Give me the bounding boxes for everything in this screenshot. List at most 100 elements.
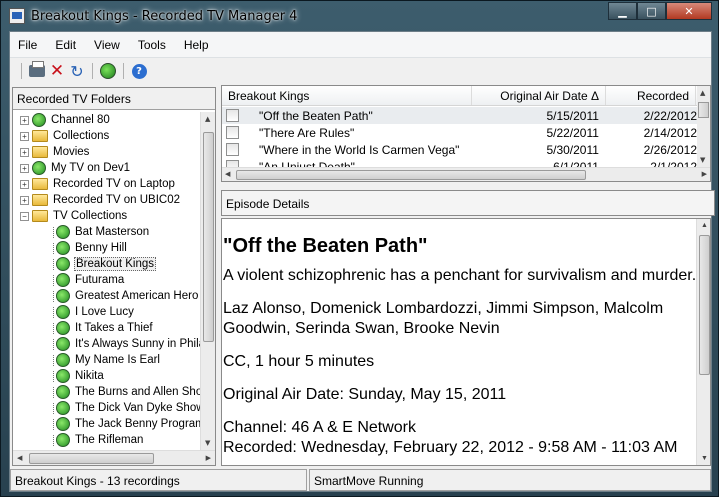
scroll-right-icon[interactable]: ▶ (702, 170, 707, 178)
tree-item-label: The Burns and Allen Show (75, 386, 200, 398)
menu-edit[interactable]: Edit (46, 38, 85, 52)
tree-item[interactable]: + Channel 80 (13, 112, 200, 128)
scroll-thumb[interactable] (698, 102, 709, 118)
recording-recorded-date: 2/26/2012 (643, 142, 697, 157)
tree-item[interactable]: It's Always Sunny in Philadelphia (13, 336, 200, 352)
scroll-thumb[interactable] (203, 132, 214, 342)
delete-icon: ✕ (49, 61, 65, 81)
tree-item-label: The Dick Van Dyke Show (75, 402, 200, 414)
recording-recorded-date: 2/22/2012 (643, 108, 697, 123)
scroll-thumb[interactable] (699, 235, 710, 375)
expand-icon[interactable]: + (20, 147, 29, 157)
recording-air-date: 5/22/2011 (546, 125, 599, 140)
tree-item[interactable]: + My TV on Dev1 (13, 160, 200, 176)
tree-item[interactable]: Nikita (13, 368, 200, 384)
maximize-button[interactable]: □ (637, 2, 666, 20)
scroll-up-icon[interactable]: ▲ (205, 115, 210, 123)
recordings-horizontal-scrollbar[interactable]: ◀ ▶ (222, 167, 710, 181)
folder-tree-vertical-scrollbar[interactable]: ▲ ▼ (200, 112, 215, 450)
recording-recorded-date: 2/1/2012 (650, 159, 697, 168)
expand-icon[interactable]: + (20, 179, 29, 189)
expand-icon[interactable]: + (20, 163, 29, 173)
column-header-title[interactable]: Breakout Kings (222, 86, 472, 105)
menu-tools[interactable]: Tools (129, 38, 175, 52)
scroll-down-icon[interactable]: ▼ (700, 156, 705, 164)
scroll-up-icon[interactable]: ▲ (701, 222, 708, 229)
tree-item[interactable]: Greatest American Hero (13, 288, 200, 304)
expand-icon[interactable]: + (20, 195, 29, 205)
folder-icon (32, 130, 48, 142)
tree-item[interactable]: The Jack Benny Program (13, 416, 200, 432)
folder-icon (32, 194, 48, 206)
delete-button[interactable]: ✕ (47, 61, 67, 81)
tree-item-label: Recorded TV on UBIC02 (53, 194, 180, 206)
close-button[interactable]: ✕ (666, 2, 712, 20)
tree-item[interactable]: I Love Lucy (13, 304, 200, 320)
tree-item[interactable]: Benny Hill (13, 240, 200, 256)
tv-show-icon (53, 369, 70, 383)
tree-item[interactable]: + Recorded TV on Laptop (13, 176, 200, 192)
recording-title: "Off the Beaten Path" (259, 108, 373, 123)
column-header-recorded[interactable]: Recorded (606, 86, 696, 105)
recording-air-date: 5/15/2011 (546, 108, 599, 123)
refresh-button[interactable]: ↻ (67, 61, 87, 81)
expand-icon[interactable]: + (20, 115, 29, 125)
recording-checkbox[interactable] (226, 160, 239, 167)
app-icon[interactable] (9, 8, 25, 24)
scroll-up-icon[interactable]: ▲ (700, 89, 705, 97)
title-bar[interactable]: Breakout Kings - Recorded TV Manager 4 ▁… (1, 1, 718, 31)
folders-panel: Recorded TV Folders + Channel 80 + Collecti… (12, 87, 216, 466)
scroll-down-icon[interactable]: ▼ (701, 455, 708, 462)
tree-item[interactable]: − TV Collections (13, 208, 200, 224)
episode-original-air-date: Original Air Date: Sunday, May 15, 2011 (223, 386, 507, 403)
column-header-air-date[interactable]: Original Air Date Δ (472, 86, 606, 105)
collapse-icon[interactable]: − (20, 211, 29, 221)
folder-tree[interactable]: + Channel 80 + Collections + Movies + My TV on … (13, 112, 200, 450)
help-button[interactable]: ? (129, 61, 149, 81)
recording-checkbox[interactable] (226, 143, 239, 156)
tree-item-label: Movies (53, 146, 90, 158)
tree-item[interactable]: + Collections (13, 128, 200, 144)
tree-item[interactable]: The Dick Van Dyke Show (13, 400, 200, 416)
scroll-thumb[interactable] (29, 453, 154, 464)
recordings-vertical-scrollbar[interactable]: ▲ ▼ (697, 86, 710, 167)
scroll-right-icon[interactable]: ▶ (206, 454, 211, 462)
recording-checkbox[interactable] (226, 109, 239, 122)
tree-item[interactable]: Futurama (13, 272, 200, 288)
menu-view[interactable]: View (85, 38, 129, 52)
scroll-left-icon[interactable]: ◀ (225, 170, 230, 178)
episode-info: CC, 1 hour 5 minutes (223, 353, 375, 370)
tree-item[interactable]: Bat Masterson (13, 224, 200, 240)
recording-row[interactable]: "Where in the World Is Carmen Vega" 5/30/… (222, 141, 697, 158)
tree-item[interactable]: The Rifleman (13, 432, 200, 448)
recording-air-date: 6/1/2011 (553, 159, 599, 168)
window-controls: ▁ □ ✕ (608, 2, 712, 20)
minimize-button[interactable]: ▁ (608, 2, 637, 20)
tree-item[interactable]: + Recorded TV on UBIC02 (13, 192, 200, 208)
tree-item[interactable]: My Name Is Earl (13, 352, 200, 368)
tv-show-icon (53, 289, 70, 303)
menu-help[interactable]: Help (175, 38, 218, 52)
scroll-thumb[interactable] (236, 170, 586, 180)
tree-item[interactable]: The Burns and Allen Show (13, 384, 200, 400)
folder-tree-horizontal-scrollbar[interactable]: ◀ ▶ (13, 450, 215, 465)
tree-item[interactable]: + Movies (13, 144, 200, 160)
tree-item[interactable]: It Takes a Thief (13, 320, 200, 336)
scroll-down-icon[interactable]: ▼ (205, 439, 210, 447)
expand-icon[interactable]: + (20, 131, 29, 141)
menu-bar: File Edit View Tools Help (10, 32, 711, 58)
recording-checkbox[interactable] (226, 126, 239, 139)
tree-item-label: Futurama (75, 274, 125, 286)
print-button[interactable] (27, 61, 47, 81)
menu-file[interactable]: File (10, 38, 46, 52)
recording-row[interactable]: "Off the Beaten Path" 5/15/2011 2/22/2012 (222, 107, 697, 124)
tree-item[interactable]: Breakout Kings (13, 256, 200, 272)
recording-row[interactable]: "There Are Rules" 5/22/2011 2/14/2012 (222, 124, 697, 141)
episode-details-scrollbar[interactable]: ▲ ▼ (696, 219, 710, 465)
episode-synopsis: A violent schizophrenic has a penchant f… (223, 267, 697, 284)
tree-item-label: TV Collections (53, 210, 128, 222)
tv-show-icon (53, 241, 70, 255)
media-center-button[interactable] (98, 61, 118, 81)
scroll-left-icon[interactable]: ◀ (17, 454, 22, 462)
recording-row[interactable]: "An Unjust Death" 6/1/2011 2/1/2012 (222, 158, 697, 167)
